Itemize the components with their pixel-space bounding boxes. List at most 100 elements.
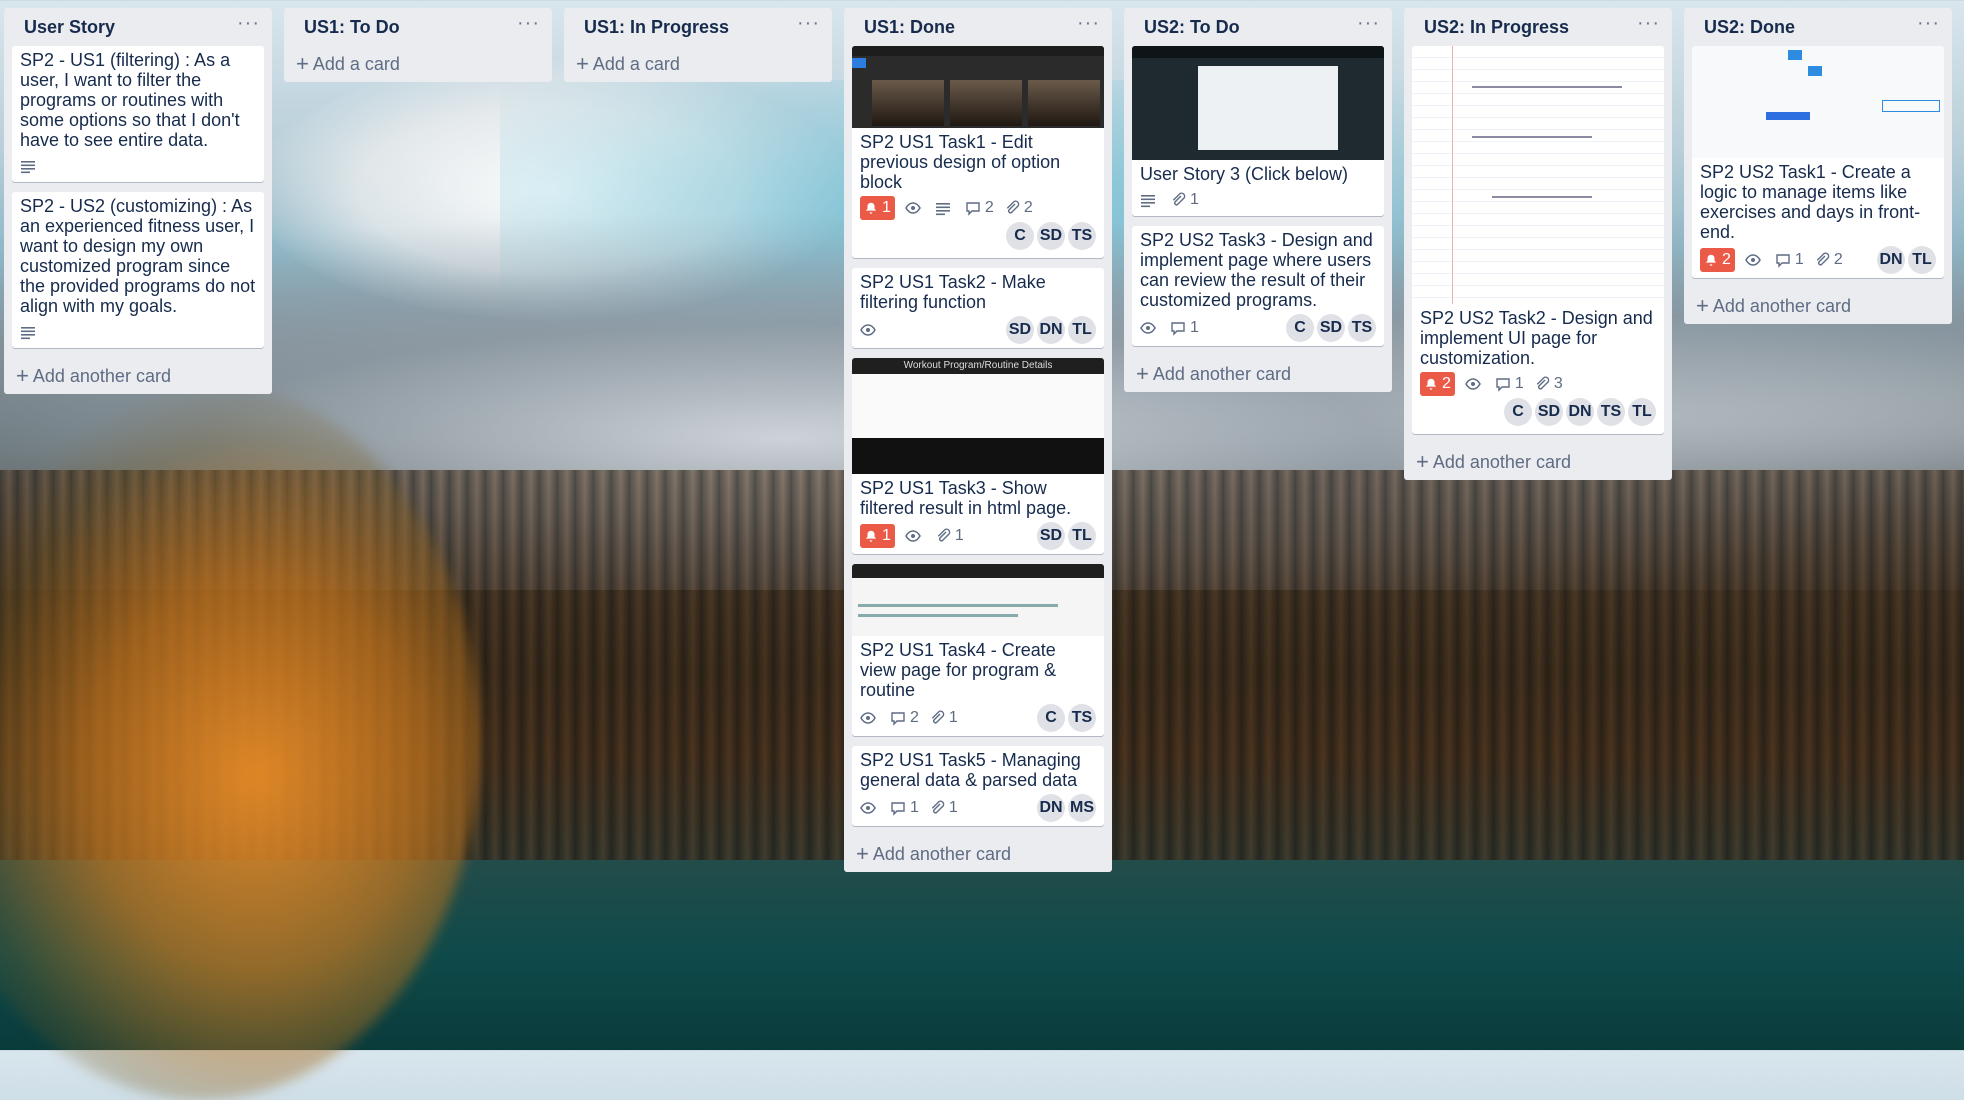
card-us1-task3[interactable]: Workout Program/Routine Details SP2 US1 … xyxy=(852,358,1104,554)
member-avatar[interactable]: SD xyxy=(1037,222,1065,250)
watch-icon xyxy=(860,318,880,342)
card-us1-task5[interactable]: SP2 US1 Task5 - Managing general data & … xyxy=(852,746,1104,826)
card-title: SP2 US2 Task2 - Design and implement UI … xyxy=(1420,308,1653,368)
card-title: SP2 US1 Task3 - Show filtered result in … xyxy=(860,478,1072,518)
comment-icon xyxy=(890,710,906,726)
list-menu-icon[interactable]: ··· xyxy=(1357,13,1380,36)
add-another-card-button[interactable]: + Add another card xyxy=(12,358,264,394)
comment-icon xyxy=(1775,252,1791,268)
bell-icon xyxy=(864,201,878,215)
member-avatar[interactable]: TS xyxy=(1348,314,1376,342)
list-menu-icon[interactable]: ··· xyxy=(517,13,540,36)
add-another-card-button[interactable]: + Add another card xyxy=(852,836,1104,872)
card-us1-task4[interactable]: SP2 US1 Task4 - Create view page for pro… xyxy=(852,564,1104,736)
watch-icon xyxy=(905,196,925,220)
comments-badge: 2 xyxy=(965,196,994,220)
member-avatar[interactable]: DN xyxy=(1566,398,1594,426)
card-us2-customizing[interactable]: SP2 - US2 (customizing) : As an experien… xyxy=(12,192,264,348)
list-header[interactable]: US1: Done ··· xyxy=(852,8,1104,46)
list-header[interactable]: US2: To Do ··· xyxy=(1132,8,1384,46)
member-avatar[interactable]: TS xyxy=(1068,222,1096,250)
list-menu-icon[interactable]: ··· xyxy=(797,13,820,36)
plus-icon: + xyxy=(856,841,869,866)
list-us1-in-progress: US1: In Progress ··· + Add a card xyxy=(564,8,832,82)
watch-icon xyxy=(905,524,925,548)
list-us2-todo: US2: To Do ··· User Story 3 (Click below… xyxy=(1124,8,1392,392)
member-avatar[interactable]: TS xyxy=(1597,398,1625,426)
card-us1-filtering[interactable]: SP2 - US1 (filtering) : As a user, I wan… xyxy=(12,46,264,182)
member-avatar[interactable]: DN xyxy=(1037,316,1065,344)
watch-icon xyxy=(860,706,880,730)
attachments-badge: 1 xyxy=(935,524,964,548)
add-another-card-button[interactable]: + Add another card xyxy=(1132,356,1384,392)
list-us1-done: US1: Done ··· SP2 US1 Task1 - Edit previ… xyxy=(844,8,1112,872)
member-avatar[interactable]: TL xyxy=(1628,398,1656,426)
attachments-badge: 1 xyxy=(929,706,958,730)
member-avatar[interactable]: C xyxy=(1504,398,1532,426)
list-header[interactable]: User Story ··· xyxy=(12,8,264,46)
card-us1-task2[interactable]: SP2 US1 Task2 - Make filtering function … xyxy=(852,268,1104,348)
member-avatar[interactable]: C xyxy=(1286,314,1314,342)
description-icon xyxy=(20,154,40,178)
list-title[interactable]: US1: Done xyxy=(864,17,955,38)
card-us2-task3[interactable]: SP2 US2 Task3 - Design and implement pag… xyxy=(1132,226,1384,346)
attachments-badge: 2 xyxy=(1814,248,1843,272)
plus-icon: + xyxy=(1416,449,1429,474)
card-user-story-3[interactable]: User Story 3 (Click below) 1 xyxy=(1132,46,1384,216)
watch-icon xyxy=(1745,248,1765,272)
add-another-card-button[interactable]: + Add another card xyxy=(1412,444,1664,480)
paperclip-icon xyxy=(929,710,945,726)
member-avatar[interactable]: SD xyxy=(1317,314,1345,342)
add-another-card-button[interactable]: + Add another card xyxy=(1692,288,1944,324)
list-title[interactable]: User Story xyxy=(24,17,115,38)
plus-icon: + xyxy=(16,363,29,388)
member-avatar[interactable]: DN xyxy=(1037,794,1065,822)
member-avatar[interactable]: C xyxy=(1006,222,1034,250)
list-title[interactable]: US1: To Do xyxy=(304,17,400,38)
comments-badge: 2 xyxy=(890,706,919,730)
member-avatar[interactable]: SD xyxy=(1037,522,1065,550)
list-title[interactable]: US2: In Progress xyxy=(1424,17,1569,38)
member-avatar[interactable]: TL xyxy=(1068,522,1096,550)
list-header[interactable]: US2: Done ··· xyxy=(1692,8,1944,46)
member-avatar[interactable]: DN xyxy=(1877,246,1905,274)
list-header[interactable]: US2: In Progress ··· xyxy=(1412,8,1664,46)
member-avatar[interactable]: SD xyxy=(1006,316,1034,344)
member-avatar[interactable]: TL xyxy=(1068,316,1096,344)
paperclip-icon xyxy=(1004,200,1020,216)
list-header[interactable]: US1: In Progress ··· xyxy=(572,8,824,46)
card-us2-task2[interactable]: SP2 US2 Task2 - Design and implement UI … xyxy=(1412,46,1664,434)
attachments-badge: 1 xyxy=(929,796,958,820)
member-avatar[interactable]: MS xyxy=(1068,794,1096,822)
list-title[interactable]: US2: Done xyxy=(1704,17,1795,38)
add-a-card-button[interactable]: + Add a card xyxy=(292,46,544,82)
list-menu-icon[interactable]: ··· xyxy=(237,13,260,36)
list-menu-icon[interactable]: ··· xyxy=(1637,13,1660,36)
card-title: SP2 US1 Task5 - Managing general data & … xyxy=(860,750,1081,790)
plus-icon: + xyxy=(296,51,309,76)
card-us2-task1[interactable]: SP2 US2 Task1 - Create a logic to manage… xyxy=(1692,46,1944,278)
list-us2-in-progress: US2: In Progress ··· SP2 US2 Task2 - Des… xyxy=(1404,8,1672,480)
list-title[interactable]: US2: To Do xyxy=(1144,17,1240,38)
list-header[interactable]: US1: To Do ··· xyxy=(292,8,544,46)
member-avatar[interactable]: SD xyxy=(1535,398,1563,426)
member-avatar[interactable]: C xyxy=(1037,704,1065,732)
member-avatar[interactable]: TL xyxy=(1908,246,1936,274)
card-title: User Story 3 (Click below) xyxy=(1140,164,1349,184)
list-menu-icon[interactable]: ··· xyxy=(1917,13,1940,36)
plus-icon: + xyxy=(576,51,589,76)
card-us1-task1[interactable]: SP2 US1 Task1 - Edit previous design of … xyxy=(852,46,1104,258)
due-badge: 2 xyxy=(1420,372,1455,396)
list-title[interactable]: US1: In Progress xyxy=(584,17,729,38)
attachments-badge: 2 xyxy=(1004,196,1033,220)
member-avatar[interactable]: TS xyxy=(1068,704,1096,732)
card-title: SP2 - US1 (filtering) : As a user, I wan… xyxy=(20,50,240,150)
add-a-card-button[interactable]: + Add a card xyxy=(572,46,824,82)
comment-icon xyxy=(890,800,906,816)
comment-icon xyxy=(1170,320,1186,336)
bell-icon xyxy=(1424,377,1438,391)
comments-badge: 1 xyxy=(890,796,919,820)
comment-icon xyxy=(965,200,981,216)
due-badge: 1 xyxy=(860,196,895,220)
list-menu-icon[interactable]: ··· xyxy=(1077,13,1100,36)
